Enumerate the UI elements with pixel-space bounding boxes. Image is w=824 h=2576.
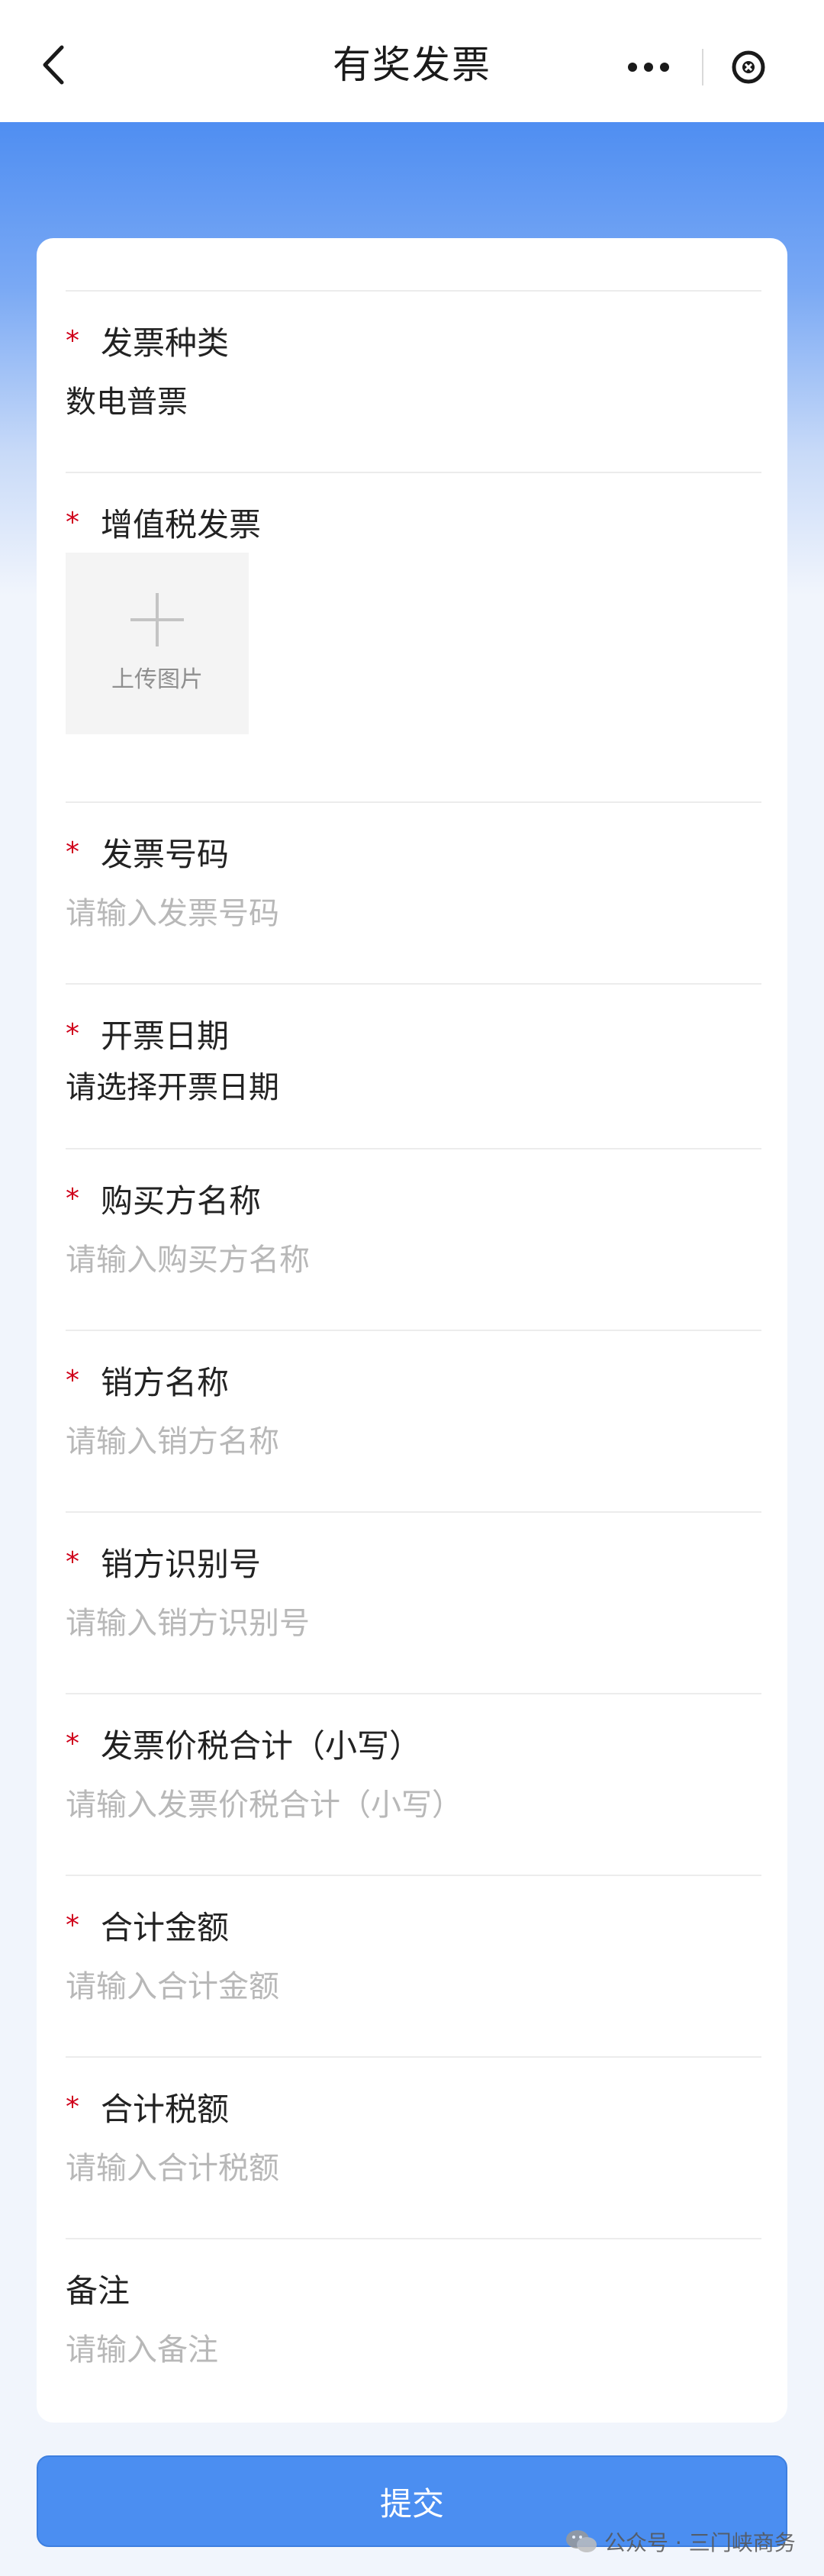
- field-label: * 销方识别号: [66, 1539, 261, 1585]
- more-button[interactable]: [595, 38, 702, 96]
- invoice-date-label: 开票日期: [101, 1017, 230, 1055]
- required-mark: *: [66, 325, 79, 356]
- required-mark: *: [66, 1018, 79, 1049]
- invoice-type-field[interactable]: * 发票种类 数电普票: [66, 290, 761, 472]
- total-amount-field[interactable]: * 合计金额 请输入合计金额: [66, 1875, 761, 2056]
- field-label: 备注: [66, 2265, 130, 2312]
- buyer-name-label: 购买方名称: [101, 1182, 262, 1220]
- seller-tax-id-label: 销方识别号: [101, 1546, 262, 1583]
- invoice-date-field[interactable]: * 开票日期 请选择开票日期: [66, 983, 761, 1148]
- vat-invoice-field: * 增值税发票 上传图片: [66, 472, 761, 801]
- total-amount-label: 合计金额: [101, 1909, 230, 1946]
- wechat-icon: [566, 2530, 597, 2552]
- total-with-tax-input[interactable]: 请输入发票价税合计（小写）: [66, 1780, 462, 1824]
- total-tax-input[interactable]: 请输入合计税额: [66, 2143, 279, 2188]
- field-label: * 合计金额: [66, 1902, 229, 1949]
- remarks-field[interactable]: 备注 请输入备注: [66, 2238, 761, 2406]
- total-with-tax-label: 发票价税合计（小写）: [101, 1727, 422, 1765]
- field-label: * 发票价税合计（小写）: [66, 1720, 421, 1767]
- required-mark: *: [66, 507, 79, 538]
- total-tax-field[interactable]: * 合计税额 请输入合计税额: [66, 2056, 761, 2238]
- total-with-tax-field[interactable]: * 发票价税合计（小写） 请输入发票价税合计（小写）: [66, 1693, 761, 1875]
- invoice-number-field[interactable]: * 发票号码 请输入发票号码: [66, 801, 761, 983]
- required-mark: *: [66, 1728, 79, 1759]
- total-tax-label: 合计税额: [101, 2091, 230, 2128]
- field-label: * 增值税发票: [66, 499, 261, 546]
- watermark-text: 公众号 · 三门峡商务: [604, 2530, 796, 2555]
- required-mark: *: [66, 1183, 79, 1214]
- total-amount-input[interactable]: 请输入合计金额: [66, 1962, 279, 2006]
- seller-tax-id-input[interactable]: 请输入销方识别号: [66, 1598, 310, 1643]
- invoice-number-input[interactable]: 请输入发票号码: [66, 888, 279, 933]
- seller-tax-id-field[interactable]: * 销方识别号 请输入销方识别号: [66, 1511, 761, 1693]
- invoice-date-picker[interactable]: 请选择开票日期: [66, 1062, 279, 1107]
- more-dots-icon: [628, 63, 669, 72]
- seller-name-input[interactable]: 请输入销方名称: [66, 1417, 279, 1461]
- watermark: 公众号 · 三门峡商务: [565, 2523, 796, 2561]
- upload-image-button[interactable]: 上传图片: [66, 553, 249, 734]
- required-mark: *: [66, 2091, 79, 2123]
- required-mark: *: [66, 1546, 79, 1578]
- field-label: * 购买方名称: [66, 1175, 261, 1222]
- buyer-name-input[interactable]: 请输入购买方名称: [66, 1235, 310, 1279]
- remarks-label: 备注: [66, 2272, 130, 2310]
- field-label: * 发票号码: [66, 829, 229, 875]
- mini-program-capsule: [595, 38, 793, 96]
- required-mark: *: [66, 1365, 79, 1396]
- seller-name-field[interactable]: * 销方名称 请输入销方名称: [66, 1330, 761, 1511]
- required-mark: *: [66, 837, 79, 868]
- remarks-input[interactable]: 请输入备注: [66, 2325, 218, 2369]
- field-label: * 合计税额: [66, 2084, 229, 2130]
- invoice-type-label: 发票种类: [101, 324, 230, 362]
- invoice-type-value[interactable]: 数电普票: [66, 377, 188, 421]
- seller-name-label: 销方名称: [101, 1364, 230, 1401]
- required-mark: *: [66, 1910, 79, 1941]
- invoice-form-card: * 发票种类 数电普票 * 增值税发票 上传图片 * 发票号码 请输入发票号码 …: [37, 238, 787, 2423]
- buyer-name-field[interactable]: * 购买方名称 请输入购买方名称: [66, 1148, 761, 1330]
- navigation-bar: 有奖发票: [0, 0, 824, 122]
- vat-invoice-label: 增值税发票: [101, 506, 262, 543]
- invoice-number-label: 发票号码: [101, 836, 230, 873]
- field-label: * 发票种类: [66, 318, 229, 364]
- field-label: * 销方名称: [66, 1357, 229, 1404]
- upload-image-label: 上传图片: [111, 666, 203, 693]
- field-label: * 开票日期: [66, 1011, 229, 1057]
- close-circle-icon: [732, 50, 765, 84]
- close-button[interactable]: [703, 38, 793, 96]
- plus-icon: [130, 593, 184, 646]
